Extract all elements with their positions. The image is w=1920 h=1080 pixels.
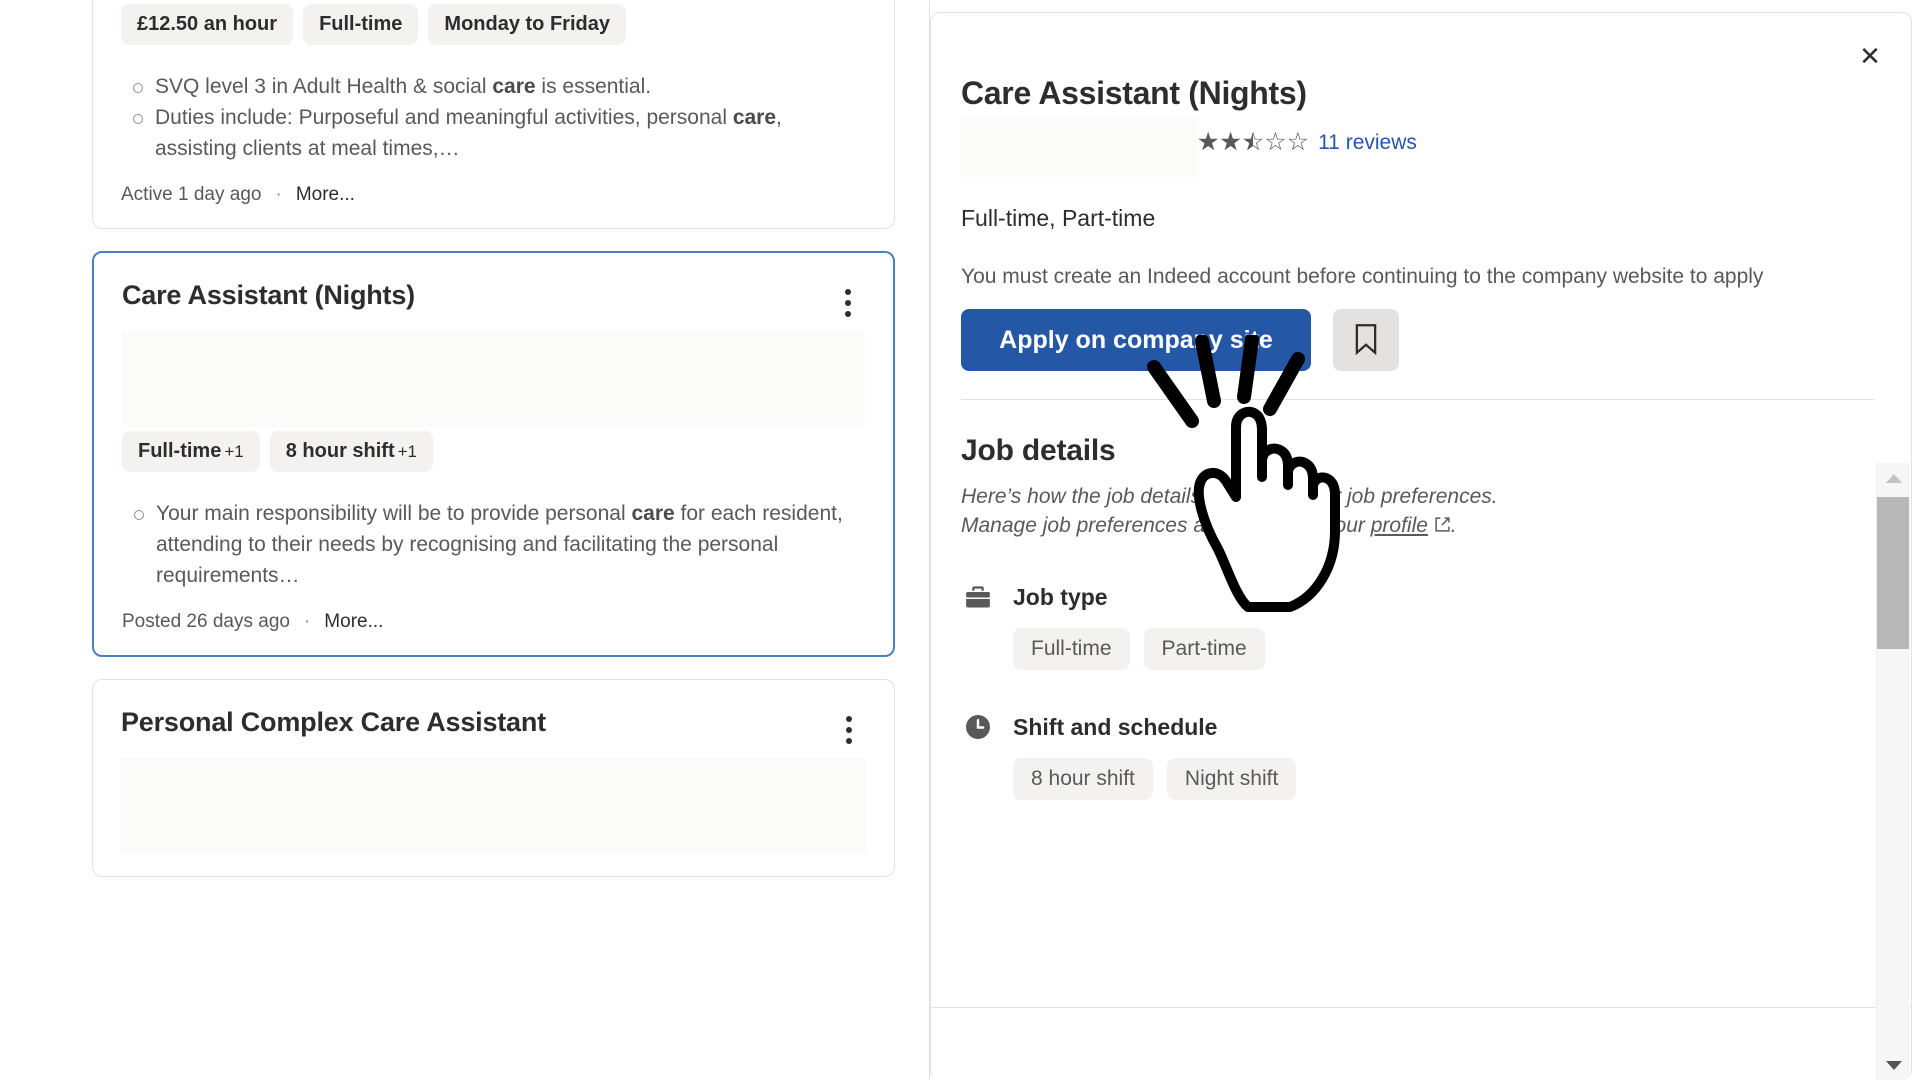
scroll-down-button[interactable]: [1877, 1050, 1911, 1080]
job-card-title[interactable]: Personal Complex Care Assistant: [121, 706, 546, 738]
group-header: Job type: [961, 580, 1875, 614]
group-values: 8 hour shift Night shift: [1013, 758, 1875, 800]
scroll-up-button[interactable]: [1877, 463, 1911, 493]
apply-on-company-site-button[interactable]: Apply on company site: [961, 309, 1311, 371]
company-logo-placeholder: [122, 331, 865, 427]
job-card-pill-row: Full-time +1 8 hour shift +1: [122, 431, 865, 472]
briefcase-icon: [961, 580, 995, 614]
detail-scrollbar[interactable]: [1876, 463, 1910, 1080]
job-snippet: SVQ level 3 in Adult Health & social car…: [121, 71, 866, 164]
job-card-meta: Posted 26 days ago · More...: [122, 611, 865, 633]
posted-date: Active 1 day ago: [121, 184, 262, 205]
external-link-icon: [1428, 514, 1451, 537]
detail-pill: Night shift: [1166, 758, 1297, 800]
snippet-bullet: SVQ level 3 in Adult Health & social car…: [121, 71, 866, 102]
apply-actions: Apply on company site: [961, 309, 1875, 371]
meta-separator: ·: [303, 611, 311, 632]
triangle-up-icon: [1886, 473, 1902, 483]
job-detail-pane: ✕ Care Assistant (Nights) ☆☆☆☆☆ ★★★★★ 11…: [930, 0, 1920, 1080]
snippet-bullet: Duties include: Purposeful and meaningfu…: [121, 102, 866, 164]
job-card-header: Personal Complex Care Assistant: [121, 706, 866, 750]
card-spacer: [92, 229, 895, 251]
group-values: Full-time Part-time: [1013, 628, 1875, 670]
triangle-down-icon: [1886, 1060, 1902, 1070]
card-spacer: [92, 657, 895, 679]
group-header: Shift and schedule: [961, 710, 1875, 744]
more-options-icon[interactable]: [831, 283, 865, 323]
job-detail-group-shift: Shift and schedule 8 hour shift Night sh…: [961, 710, 1875, 800]
job-detail-group-job-type: Job type Full-time Part-time: [961, 580, 1875, 670]
star-rating-icon: ☆☆☆☆☆ ★★★★★: [1197, 128, 1310, 156]
reviews-link[interactable]: 11 reviews: [1318, 131, 1417, 155]
job-card-header: Care Assistant (Nights): [122, 279, 865, 323]
bookmark-icon: [1352, 323, 1380, 358]
job-card-pill-row: £12.50 an hour Full-time Monday to Frida…: [121, 4, 866, 45]
profile-link[interactable]: profile: [1371, 514, 1428, 537]
snippet-bullet: Your main responsibility will be to prov…: [122, 498, 865, 591]
job-pill: Full-time +1: [122, 431, 260, 472]
company-logo-placeholder: [961, 117, 1197, 177]
detail-pill: Full-time: [1013, 628, 1130, 670]
job-details-heading: Job details: [961, 434, 1116, 467]
apply-note: You must create an Indeed account before…: [961, 265, 1764, 288]
job-snippet: Your main responsibility will be to prov…: [122, 498, 865, 591]
meta-separator: ·: [275, 184, 282, 205]
job-pill: 8 hour shift +1: [269, 431, 434, 472]
job-card-selected[interactable]: Care Assistant (Nights) Full-time +1 8 ho…: [92, 251, 895, 657]
more-link[interactable]: More...: [296, 184, 355, 206]
job-detail-header: Care Assistant (Nights) ☆☆☆☆☆ ★★★★★ 11 r…: [931, 13, 1911, 400]
more-link[interactable]: More...: [324, 611, 383, 633]
employer-rating[interactable]: ☆☆☆☆☆ ★★★★★ 11 reviews: [1197, 130, 1875, 155]
save-job-button[interactable]: [1333, 309, 1399, 371]
close-icon[interactable]: ✕: [1849, 35, 1891, 77]
job-pill: Full-time: [303, 4, 419, 45]
job-card[interactable]: Personal Complex Care Assistant: [92, 679, 895, 877]
job-details-section: Job details Here’s how the job details a…: [931, 400, 1911, 1020]
group-label: Shift and schedule: [1013, 713, 1218, 740]
more-options-icon[interactable]: [832, 710, 866, 750]
job-search-app: £12.50 an hour Full-time Monday to Frida…: [0, 0, 1920, 1080]
job-card-title[interactable]: Care Assistant (Nights): [122, 279, 415, 311]
posted-date: Posted 26 days ago: [122, 611, 290, 632]
job-results-list[interactable]: £12.50 an hour Full-time Monday to Frida…: [0, 0, 930, 1080]
detail-pill: Part-time: [1143, 628, 1265, 670]
scrollbar-thumb[interactable]: [1877, 497, 1909, 649]
company-logo-placeholder: [121, 758, 866, 854]
divider: [931, 1007, 1911, 1008]
group-label: Job type: [1013, 583, 1108, 610]
job-detail-card: ✕ Care Assistant (Nights) ☆☆☆☆☆ ★★★★★ 11…: [930, 12, 1912, 1080]
detail-pill: 8 hour shift: [1013, 758, 1153, 800]
job-pill: Monday to Friday: [428, 4, 626, 45]
detail-job-title: Care Assistant (Nights): [961, 75, 1307, 111]
job-pill: £12.50 an hour: [121, 4, 294, 45]
job-details-subtext: Here’s how the job details align with yo…: [961, 482, 1875, 540]
job-card[interactable]: £12.50 an hour Full-time Monday to Frida…: [92, 0, 895, 229]
job-card-meta: Active 1 day ago · More...: [121, 184, 866, 206]
detail-job-type-line: Full-time, Part-time: [961, 205, 1156, 231]
clock-icon: [961, 710, 995, 744]
manage-preferences-line: Manage job preferences at any time in yo…: [961, 514, 1457, 537]
